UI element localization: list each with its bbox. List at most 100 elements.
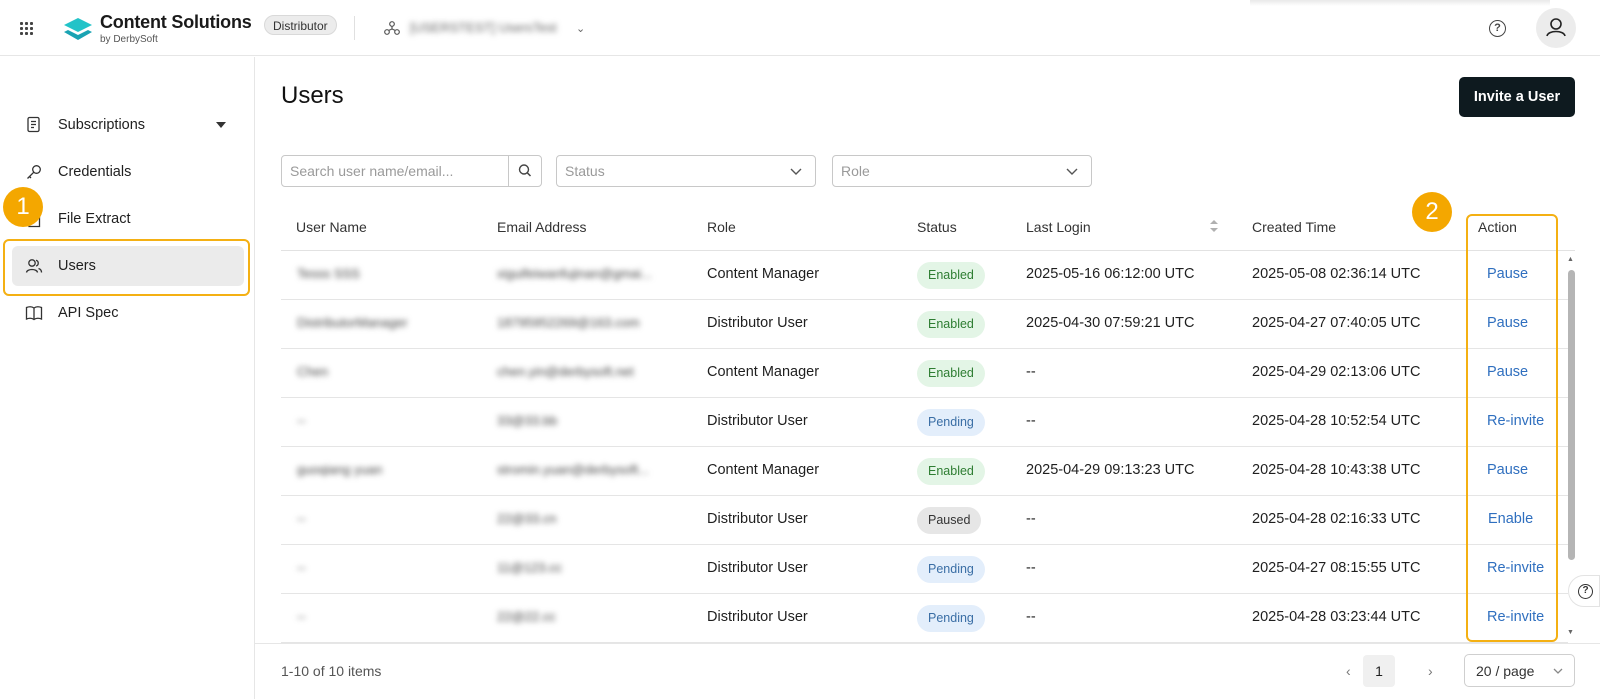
key-icon <box>27 165 41 179</box>
search-button[interactable] <box>508 156 541 186</box>
last-login-cell: -- <box>1026 609 1036 625</box>
user-name-cell: Chen <box>297 364 329 379</box>
user-name-cell: -- <box>297 609 306 624</box>
brand-title: Content Solutions <box>100 12 252 32</box>
status-badge: Enabled <box>917 458 985 485</box>
scrollbar-thumb[interactable] <box>1568 270 1575 560</box>
role-cell: Distributor User <box>707 609 808 625</box>
search-input[interactable] <box>282 156 508 186</box>
brand-logo-icon <box>64 18 92 40</box>
header-shadow <box>1250 0 1550 6</box>
email-cell: chen.yin@derbysoft.net <box>497 364 634 379</box>
created-time-cell: 2025-05-08 02:36:14 UTC <box>1252 266 1421 282</box>
table-row: Chen chen.yin@derbysoft.net Content Manage… <box>281 349 1568 398</box>
prev-page-icon[interactable]: ‹ <box>1346 663 1351 679</box>
sidebar-item-label: Subscriptions <box>58 117 146 133</box>
table-row: DistributorManager 18795952269@163.com Dis… <box>281 300 1568 349</box>
role-cell: Content Manager <box>707 364 820 380</box>
created-time-cell: 2025-04-27 08:15:55 UTC <box>1252 560 1421 576</box>
users-annotation-highlight <box>3 239 250 296</box>
sidebar-item-subscriptions[interactable]: Subscriptions <box>12 105 244 145</box>
created-time-cell: 2025-04-28 02:16:33 UTC <box>1252 511 1421 527</box>
user-name-cell: -- <box>297 413 306 428</box>
table-row: guoqiang yuan stromin.yuan@derbysoft... Co… <box>281 447 1568 496</box>
table-row: -- 22@33.cn Distributor User Paused -- 2025-0… <box>281 496 1568 545</box>
status-badge: Paused <box>917 507 982 534</box>
email-cell: 11@123.cc <box>497 560 562 575</box>
role-cell: Content Manager <box>707 462 820 478</box>
sidebar-item-credentials[interactable]: Credentials <box>12 152 244 192</box>
step-2-badge: 2 <box>1412 192 1452 232</box>
search-icon <box>518 164 532 177</box>
sidebar: Subscriptions Credentials File Extract U… <box>0 57 255 699</box>
created-time-cell: 2025-04-28 10:52:54 UTC <box>1252 413 1421 429</box>
sidebar-item-label: API Spec <box>58 305 119 321</box>
email-cell: stromin.yuan@derbysoft... <box>497 462 649 477</box>
header-divider <box>354 16 355 40</box>
page-size-select[interactable]: 20 / page <box>1464 654 1575 687</box>
sidebar-item-label: Credentials <box>58 164 132 180</box>
status-filter-select[interactable]: Status <box>556 155 816 187</box>
column-header-email: Email Address <box>497 219 587 235</box>
email-cell: 22@22.cc <box>497 609 556 624</box>
column-header-role: Role <box>707 219 736 235</box>
scroll-up-icon[interactable]: ▲ <box>1567 256 1574 263</box>
sort-icon[interactable] <box>1209 218 1219 234</box>
status-placeholder: Status <box>565 163 605 179</box>
email-cell: xiguifeiwanfujinan@gmai... <box>497 266 652 281</box>
role-placeholder: Role <box>841 163 870 179</box>
created-time-cell: 2025-04-27 07:40:05 UTC <box>1252 315 1421 331</box>
invite-user-button[interactable]: Invite a User <box>1459 77 1575 117</box>
chevron-down-icon <box>1553 668 1563 674</box>
user-avatar[interactable] <box>1536 8 1576 48</box>
role-badge: Distributor <box>264 15 337 35</box>
chevron-down-icon <box>790 168 802 175</box>
column-header-created-time: Created Time <box>1252 219 1337 235</box>
sidebar-item-label: File Extract <box>58 211 131 227</box>
sidebar-item-file-extract[interactable]: File Extract <box>12 199 244 239</box>
last-login-cell: -- <box>1026 364 1036 380</box>
user-name-cell: DistributorManager <box>297 315 408 330</box>
book-icon <box>25 306 43 321</box>
created-time-cell: 2025-04-28 10:43:38 UTC <box>1252 462 1421 478</box>
column-header-last-login[interactable]: Last Login <box>1026 219 1091 235</box>
last-login-cell: -- <box>1026 413 1036 429</box>
scroll-down-icon[interactable]: ▼ <box>1567 629 1574 636</box>
chevron-down-icon[interactable]: ⌄ <box>576 22 585 35</box>
role-cell: Distributor User <box>707 560 808 576</box>
search-field <box>281 155 542 187</box>
action-column-annotation-highlight <box>1466 214 1558 642</box>
table-row: -- 11@123.cc Distributor User Pending -- 2025… <box>281 545 1568 594</box>
user-name-cell: -- <box>297 511 306 526</box>
sidebar-item-api-spec[interactable]: API Spec <box>12 293 244 333</box>
user-name-cell: -- <box>297 560 306 575</box>
last-login-cell: -- <box>1026 511 1036 527</box>
page-title: Users <box>281 82 344 109</box>
brand-subtitle: by DerbySoft <box>100 34 158 45</box>
organization-selector[interactable]: [USERSTEST] UsersTest <box>410 20 557 35</box>
page-number-button[interactable]: 1 <box>1363 655 1395 687</box>
caret-down-icon <box>216 122 226 128</box>
user-icon <box>1546 18 1566 37</box>
last-login-cell: 2025-04-29 09:13:23 UTC <box>1026 462 1195 478</box>
top-header: Content Solutions by DerbySoft Distribut… <box>0 0 1600 56</box>
step-1-badge: 1 <box>3 187 43 227</box>
role-cell: Distributor User <box>707 511 808 527</box>
created-time-cell: 2025-04-28 03:23:44 UTC <box>1252 609 1421 625</box>
role-filter-select[interactable]: Role <box>832 155 1092 187</box>
floating-help-button[interactable]: ? <box>1568 575 1600 607</box>
table-row: -- 33@33.bb Distributor User Pending -- 2025-… <box>281 398 1568 447</box>
pagination-range: 1-10 of 10 items <box>281 663 382 679</box>
app-grid-icon[interactable] <box>20 22 34 36</box>
column-header-user-name: User Name <box>296 219 367 235</box>
column-header-status: Status <box>917 219 957 235</box>
next-page-icon[interactable]: › <box>1428 663 1433 679</box>
organization-icon <box>384 21 400 35</box>
last-login-cell: 2025-05-16 06:12:00 UTC <box>1026 266 1195 282</box>
help-icon[interactable]: ? <box>1489 20 1506 37</box>
email-cell: 22@33.cn <box>497 511 557 526</box>
created-time-cell: 2025-04-29 02:13:06 UTC <box>1252 364 1421 380</box>
page-size-value: 20 / page <box>1476 663 1535 679</box>
status-badge: Pending <box>917 556 985 583</box>
status-badge: Pending <box>917 605 985 632</box>
